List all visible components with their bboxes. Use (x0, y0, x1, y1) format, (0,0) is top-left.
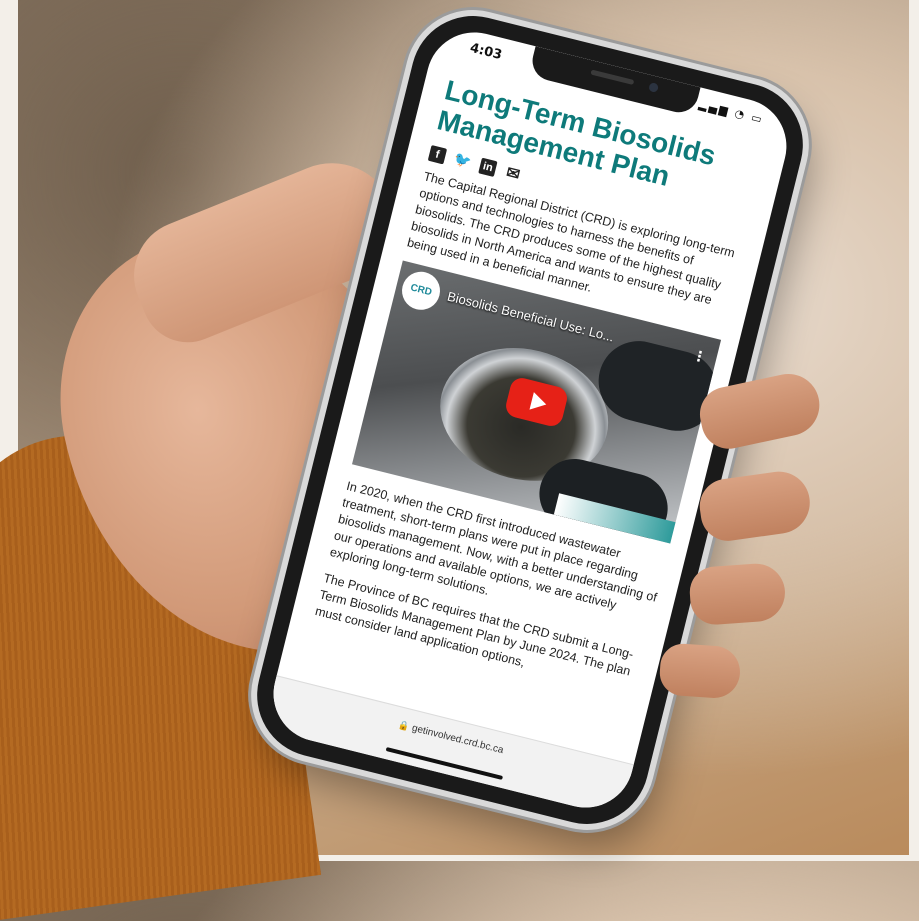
status-icons: ▂▄▆ ◔ ▭ (697, 97, 766, 127)
twitter-icon[interactable]: 🐦 (452, 150, 473, 170)
front-camera (648, 82, 660, 93)
play-icon (529, 391, 549, 413)
status-time: 4:03 (468, 40, 504, 64)
finger-ring (688, 561, 787, 627)
url-display[interactable]: 🔒getinvolved.crd.bc.ca (397, 719, 505, 757)
channel-logo[interactable]: CRD (398, 267, 445, 314)
photo-border-right (909, 0, 919, 861)
linkedin-icon[interactable]: in (478, 157, 498, 177)
lock-icon: 🔒 (397, 719, 411, 732)
finger-pinky (658, 642, 742, 700)
speaker-grille (590, 69, 635, 85)
facebook-icon[interactable]: f (427, 144, 448, 165)
browser-url-bar[interactable]: 🔒getinvolved.crd.bc.ca (263, 675, 634, 818)
email-icon[interactable]: ✉ (503, 164, 522, 184)
url-text: getinvolved.crd.bc.ca (410, 722, 505, 757)
